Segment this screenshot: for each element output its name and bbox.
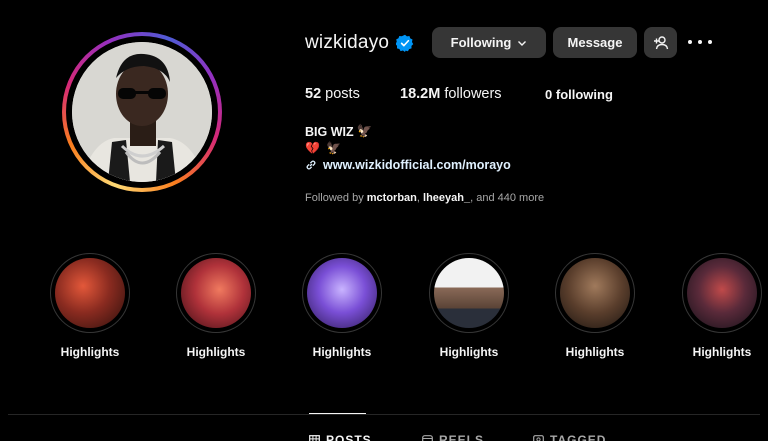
posts-count-label: posts — [325, 86, 360, 102]
message-button-label: Message — [567, 35, 623, 50]
followers-count-label: followers — [444, 86, 502, 102]
tagged-icon — [533, 434, 544, 441]
grid-icon — [309, 434, 320, 441]
tab-posts[interactable]: POSTS — [309, 433, 372, 441]
tab-reels[interactable]: REELS — [422, 433, 484, 441]
tab-reels-label: REELS — [439, 433, 485, 441]
followed-by-prefix: Followed by — [305, 192, 364, 204]
highlight-label: Highlights — [439, 345, 499, 359]
avatar-frame — [66, 36, 218, 188]
highlight-ring — [50, 253, 130, 333]
highlight-item[interactable]: Highlights — [555, 253, 635, 359]
posts-count-value: 52 — [305, 86, 322, 102]
followed-by-suffix: and 440 more — [476, 192, 545, 204]
eagle-emoji: 🦅 — [325, 141, 341, 155]
broken-heart-emoji: 💔 — [305, 141, 320, 155]
dot — [698, 40, 702, 44]
highlight-cover — [434, 258, 504, 328]
chevron-down-icon — [518, 40, 527, 46]
highlight-item[interactable]: Highlights — [682, 253, 762, 359]
tab-divider — [8, 414, 760, 415]
following-count-label: following — [555, 87, 613, 102]
following-button[interactable]: Following — [432, 27, 546, 58]
link-icon — [306, 160, 316, 170]
bio-link-text: www.wizkidofficial.com/morayo — [323, 158, 511, 172]
message-button[interactable]: Message — [553, 27, 637, 58]
highlight-label: Highlights — [60, 345, 120, 359]
following-count-value: 0 — [545, 87, 553, 102]
verified-badge-icon — [396, 34, 414, 52]
followed-by-separator: , — [470, 192, 474, 204]
followers-count[interactable]: 18.2M followers — [400, 86, 502, 102]
bio-link[interactable]: www.wizkidofficial.com/morayo — [305, 158, 511, 172]
active-tab-indicator — [309, 413, 366, 414]
followed-by-user: mctorban — [366, 192, 417, 204]
highlight-item[interactable]: Highlights — [302, 253, 382, 359]
highlight-label: Highlights — [565, 345, 625, 359]
highlight-label: Highlights — [186, 345, 246, 359]
eagle-emoji: 🦅 — [356, 124, 373, 138]
highlight-cover — [181, 258, 251, 328]
dot — [708, 40, 712, 44]
reels-icon — [422, 434, 433, 441]
tab-posts-label: POSTS — [326, 433, 372, 441]
highlight-ring — [302, 253, 382, 333]
highlight-item[interactable]: Highlights — [50, 253, 130, 359]
followed-by[interactable]: Followed by mctorban, lheeyah_, and 440 … — [305, 192, 544, 204]
highlight-ring — [555, 253, 635, 333]
highlight-ring — [176, 253, 256, 333]
followed-by-user: lheeyah_ — [423, 192, 471, 204]
highlight-cover — [687, 258, 757, 328]
highlight-ring — [429, 253, 509, 333]
followed-by-separator: , — [416, 192, 420, 204]
highlight-item[interactable]: Highlights — [176, 253, 256, 359]
highlight-cover — [55, 258, 125, 328]
highlight-cover — [560, 258, 630, 328]
highlight-label: Highlights — [312, 345, 372, 359]
profile-username: wizkidayo — [305, 32, 390, 53]
tab-tagged-label: TAGGED — [550, 433, 607, 441]
followers-count-value: 18.2M — [400, 86, 441, 102]
avatar-photo — [72, 42, 212, 182]
bio-text: 💔 🦅 — [305, 141, 341, 155]
bio-name-text: BIG WIZ — [305, 124, 354, 139]
highlight-label: Highlights — [692, 345, 752, 359]
more-options-icon[interactable] — [688, 33, 712, 51]
highlight-ring — [682, 253, 762, 333]
posts-count: 52 posts — [305, 86, 360, 102]
highlight-cover — [307, 258, 377, 328]
following-button-label: Following — [450, 35, 512, 50]
highlight-item[interactable]: Highlights — [429, 253, 509, 359]
tab-tagged[interactable]: TAGGED — [533, 433, 606, 441]
dot — [688, 40, 692, 44]
avatar[interactable] — [72, 42, 212, 182]
bio-full-name: BIG WIZ 🦅 — [305, 124, 372, 139]
following-count[interactable]: 0 following — [545, 87, 613, 102]
suggested-users-button[interactable] — [644, 27, 677, 58]
add-user-icon — [653, 35, 668, 49]
profile-avatar-ring[interactable] — [62, 32, 222, 192]
